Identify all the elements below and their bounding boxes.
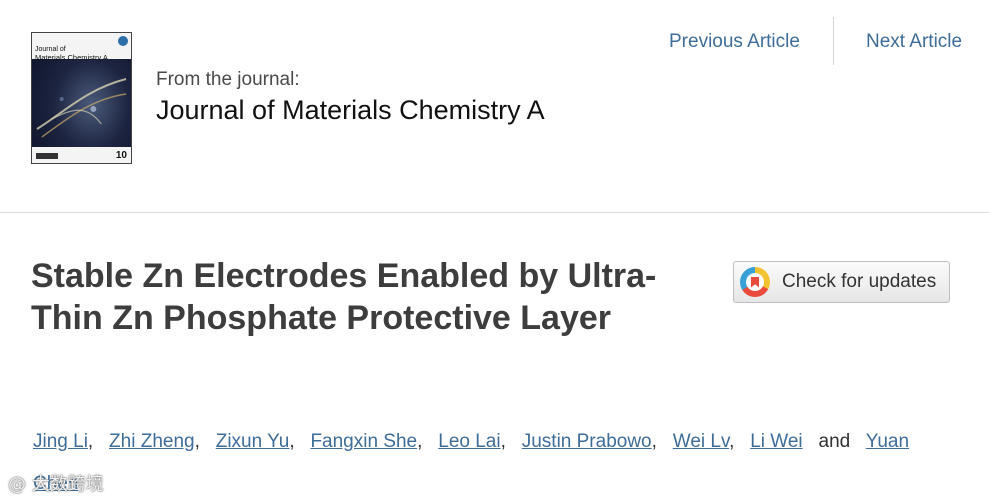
journal-name: Journal of Materials Chemistry A bbox=[156, 95, 545, 125]
watermark-text: 大数跨境 bbox=[31, 474, 104, 495]
cover-anniversary-number: 10 bbox=[115, 150, 127, 161]
author-link[interactable]: Jing Li bbox=[33, 431, 88, 452]
article-title: Stable Zn Electrodes Enabled by Ultra-Th… bbox=[31, 257, 657, 337]
cover-artwork bbox=[36, 78, 127, 138]
bookmark-icon bbox=[751, 276, 759, 288]
author-conjunction: and bbox=[818, 431, 851, 452]
author-link[interactable]: Zixun Yu bbox=[216, 431, 290, 452]
previous-article-link[interactable]: Previous Article bbox=[669, 31, 800, 53]
nav-divider bbox=[833, 17, 834, 65]
author-list: Jing Li, Zhi Zheng, Zixun Yu, Fangxin Sh… bbox=[33, 431, 910, 494]
check-for-updates-button[interactable]: Check for updates bbox=[733, 261, 950, 303]
swirl-logo-icon: @ bbox=[8, 474, 26, 495]
header-divider bbox=[0, 212, 989, 213]
author-link[interactable]: Zhi Zheng bbox=[109, 431, 195, 452]
author-link[interactable]: Fangxin She bbox=[310, 431, 417, 452]
watermark: @ 大数跨境 bbox=[8, 470, 104, 496]
author-link[interactable]: Wei Lv bbox=[673, 431, 729, 452]
author-link[interactable]: Justin Prabowo bbox=[522, 431, 652, 452]
from-journal-label: From the journal: bbox=[156, 69, 300, 90]
cover-badge-icon bbox=[118, 36, 128, 46]
journal-cover-image[interactable]: Journal of Materials Chemistry A 10 bbox=[31, 32, 132, 164]
next-article-link[interactable]: Next Article bbox=[866, 31, 962, 53]
publisher-logo bbox=[36, 153, 58, 159]
check-for-updates-label: Check for updates bbox=[782, 271, 937, 292]
crossmark-icon bbox=[740, 267, 770, 297]
author-link[interactable]: Leo Lai bbox=[438, 431, 500, 452]
author-link[interactable]: Li Wei bbox=[750, 431, 802, 452]
